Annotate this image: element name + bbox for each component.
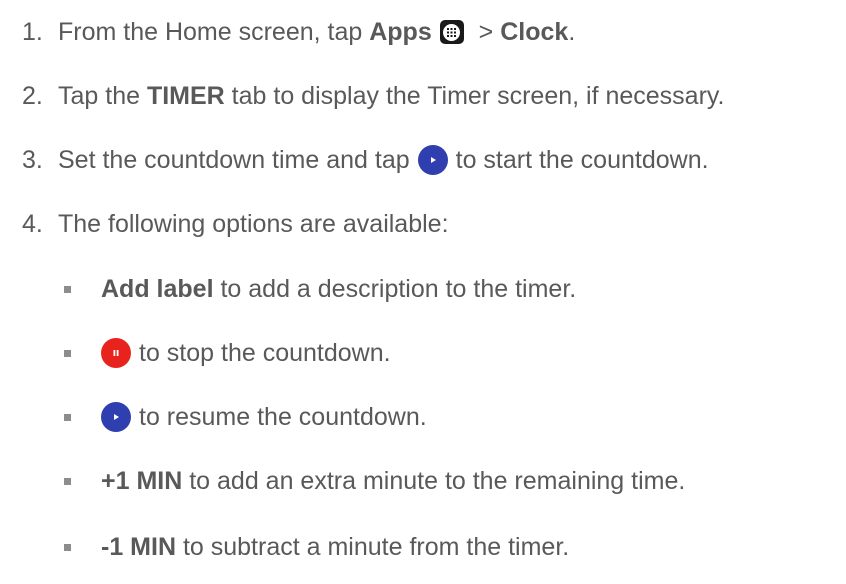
option-text: to stop the countdown. — [139, 339, 391, 367]
pause-icon — [101, 338, 131, 368]
apps-grid-icon — [439, 20, 464, 44]
option-resume: to resume the countdown. — [64, 400, 427, 434]
step-number: 4. — [22, 210, 43, 238]
step-text: to start the countdown. — [455, 146, 709, 174]
step-text: The following options are available: — [58, 210, 449, 238]
option-label: +1 MIN — [101, 467, 183, 495]
option-label: -1 MIN — [101, 533, 176, 561]
step-text: From the Home screen, tap — [58, 18, 370, 46]
step-text: . — [568, 18, 576, 46]
step-number: 1. — [22, 18, 43, 46]
step-2: 2. Tap the TIMER tab to display the Time… — [22, 79, 725, 113]
step-text: > — [471, 18, 501, 46]
bullet-marker — [64, 477, 71, 485]
step-number: 2. — [22, 82, 43, 110]
step-text: Set the countdown time and tap — [58, 146, 410, 174]
step-4: 4. The following options are available: — [22, 207, 449, 241]
option-add-label: Add label to add a description to the ti… — [64, 272, 576, 306]
step-3: 3. Set the countdown time and tap to sta… — [22, 143, 709, 177]
step-number: 3. — [22, 146, 43, 174]
apps-label: Apps — [369, 18, 432, 46]
clock-label: Clock — [500, 18, 569, 46]
bullet-marker — [64, 285, 71, 293]
option-text: to resume the countdown. — [139, 403, 427, 431]
bullet-marker — [64, 349, 71, 357]
option-label: Add label — [101, 275, 214, 303]
step-text: Tap the — [58, 82, 147, 110]
bullet-marker — [64, 543, 71, 551]
option-plus-one-min: +1 MIN to add an extra minute to the rem… — [64, 464, 685, 498]
option-text: to subtract a minute from the timer. — [176, 533, 570, 561]
option-text: to add a description to the timer. — [213, 275, 577, 303]
option-pause: to stop the countdown. — [64, 336, 391, 370]
option-text: to add an extra minute to the remaining … — [182, 467, 686, 495]
timer-tab-label: TIMER — [146, 82, 225, 110]
step-1: 1. From the Home screen, tap Apps > Cloc… — [22, 15, 575, 49]
bullet-marker — [64, 413, 71, 421]
play-icon — [101, 402, 131, 432]
option-minus-one-min: -1 MIN to subtract a minute from the tim… — [64, 530, 569, 564]
step-text: tab to display the Timer screen, if nece… — [224, 82, 725, 110]
play-icon — [417, 145, 448, 175]
